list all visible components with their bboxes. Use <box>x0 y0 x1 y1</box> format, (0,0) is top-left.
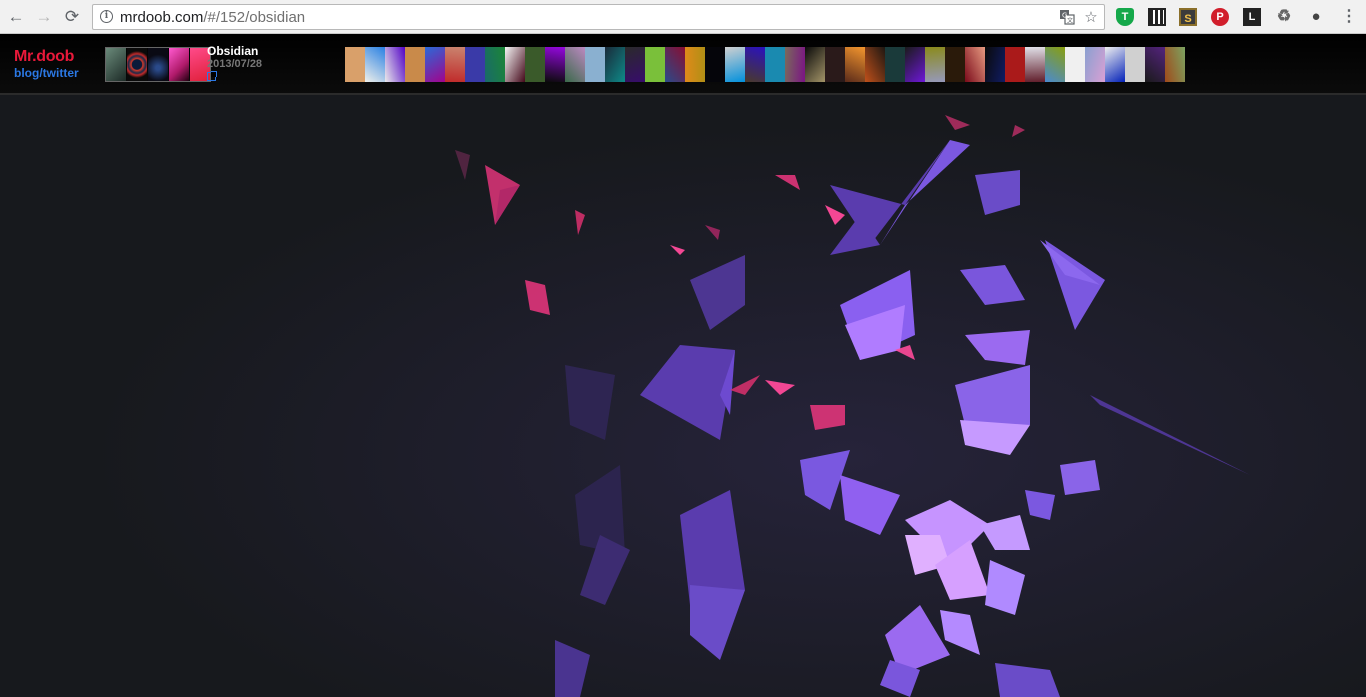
menu-icon[interactable]: ⋮ <box>1340 8 1358 26</box>
demo-thumbnail[interactable] <box>945 47 965 82</box>
demo-thumbnail[interactable] <box>365 47 385 82</box>
demo-thumbnail[interactable] <box>885 47 905 82</box>
obsidian-shard <box>1060 460 1100 495</box>
site-info-icon[interactable]: i <box>100 10 113 23</box>
back-button[interactable]: ← <box>6 7 26 27</box>
blog-link[interactable]: blog <box>14 66 39 80</box>
demo-thumbnail[interactable] <box>148 48 168 81</box>
demo-thumbnail[interactable] <box>705 47 725 82</box>
demo-thumbnail[interactable] <box>127 48 147 81</box>
demo-thumbnail[interactable] <box>925 47 945 82</box>
demo-thumbnail-strip <box>345 47 1185 82</box>
demo-thumbnail[interactable] <box>465 47 485 82</box>
url-host: mrdoob.com <box>120 9 204 26</box>
demo-thumbnail[interactable] <box>785 47 805 82</box>
demo-thumbnail[interactable] <box>1105 47 1125 82</box>
demo-thumbnail[interactable] <box>425 47 445 82</box>
demo-thumbnail[interactable] <box>805 47 825 82</box>
translate-icon[interactable]: G文 <box>1058 9 1076 27</box>
pinterest-icon[interactable]: P <box>1211 8 1229 26</box>
demo-thumbnail[interactable] <box>485 47 505 82</box>
reload-icon: ⟳ <box>64 7 80 26</box>
demo-thumbnail[interactable] <box>645 47 665 82</box>
demo-thumbnail[interactable] <box>505 47 525 82</box>
site-logo[interactable]: Mr.doob <box>14 48 74 66</box>
demo-title: Obsidian <box>207 44 259 58</box>
forward-button[interactable]: → <box>34 7 54 27</box>
demo-thumbnail[interactable] <box>845 47 865 82</box>
shield-extension-icon[interactable]: T <box>1116 8 1134 26</box>
demo-thumbnail[interactable] <box>685 47 705 82</box>
demo-thumbnail[interactable] <box>525 47 545 82</box>
demo-thumbnail[interactable] <box>385 47 405 82</box>
demo-thumbnail[interactable] <box>106 48 126 81</box>
demo-thumbnail[interactable] <box>585 47 605 82</box>
recycle-extension-icon[interactable]: ♻ <box>1275 8 1293 26</box>
demo-thumbnail[interactable] <box>965 47 985 82</box>
demo-thumbnail[interactable] <box>1125 47 1145 82</box>
address-bar[interactable]: i mrdoob.com/#/152/obsidian G文 ☆ <box>92 4 1105 30</box>
demo-thumbnail[interactable] <box>545 47 565 82</box>
demo-thumbnail[interactable] <box>1045 47 1065 82</box>
l-extension-icon[interactable]: L <box>1243 8 1261 26</box>
demo-thumbnail[interactable] <box>865 47 885 82</box>
demo-thumbnail[interactable] <box>1005 47 1025 82</box>
demo-thumbnail[interactable] <box>405 47 425 82</box>
demo-date: 2013/07/28 <box>207 58 263 70</box>
url-text[interactable]: mrdoob.com/#/152/obsidian <box>120 9 305 26</box>
demo-thumbnail[interactable] <box>625 47 645 82</box>
demo-thumbnail[interactable] <box>905 47 925 82</box>
demo-thumbnail[interactable] <box>565 47 585 82</box>
obsidian-3d-scene[interactable] <box>0 95 1366 697</box>
demo-thumbnail[interactable] <box>1145 47 1165 82</box>
demo-thumbnail[interactable] <box>765 47 785 82</box>
reload-button[interactable]: ⟳ <box>62 7 82 27</box>
demo-thumbnail[interactable] <box>1025 47 1045 82</box>
demo-thumbnail[interactable] <box>1065 47 1085 82</box>
svg-text:文: 文 <box>1067 17 1073 25</box>
demo-thumbnail[interactable] <box>169 48 189 81</box>
twitter-link[interactable]: twitter <box>43 66 79 80</box>
demo-thumbnail[interactable] <box>665 47 685 82</box>
demo-thumbnail[interactable] <box>345 47 365 82</box>
forward-arrow-icon: → <box>35 7 53 26</box>
demo-thumbnail[interactable] <box>605 47 625 82</box>
demo-thumbnail[interactable] <box>985 47 1005 82</box>
url-path: /#/152/obsidian <box>203 9 306 26</box>
evernote-icon[interactable]: ● <box>1307 8 1325 26</box>
external-link-icon[interactable] <box>207 71 217 81</box>
demo-thumbnail[interactable] <box>1165 47 1185 82</box>
browser-toolbar: ← → ⟳ i mrdoob.com/#/152/obsidian G文 ☆ T… <box>0 0 1366 34</box>
star-icon[interactable]: ☆ <box>1082 9 1100 27</box>
demo-thumbnail[interactable] <box>725 47 745 82</box>
demo-thumbnail[interactable] <box>1085 47 1105 82</box>
logo-links: blog/twitter <box>14 66 79 80</box>
demo-thumbnail[interactable] <box>445 47 465 82</box>
site-header: Mr.doob blog/twitter Obsidian 2013/07/28 <box>0 34 1366 95</box>
s-extension-icon[interactable]: S <box>1179 8 1197 26</box>
back-arrow-icon: ← <box>7 7 25 26</box>
recent-demo-thumbnails <box>105 47 211 82</box>
demo-thumbnail[interactable] <box>825 47 845 82</box>
qr-code-extension-icon[interactable] <box>1148 8 1166 26</box>
demo-thumbnail[interactable] <box>745 47 765 82</box>
